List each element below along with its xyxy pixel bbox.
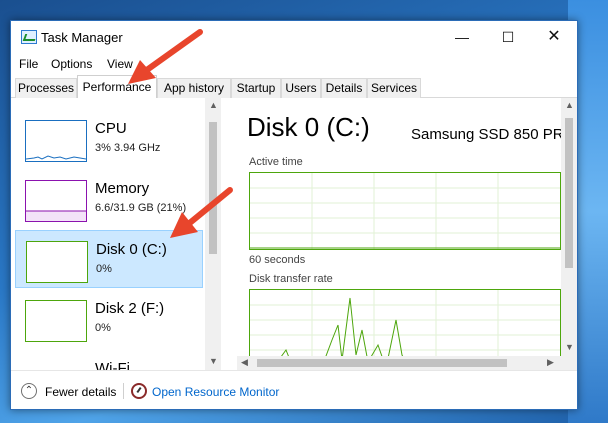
active-time-graph: [249, 172, 561, 250]
footer-bar: ⌃ Fewer details Open Resource Monitor: [11, 370, 577, 409]
detail-vertical-scrollbar[interactable]: ▲ ▼: [561, 98, 577, 370]
title-bar[interactable]: Task Manager — ☐ ✕: [11, 21, 577, 53]
scroll-down-icon[interactable]: ▼: [565, 342, 574, 352]
scroll-down-icon[interactable]: ▼: [209, 356, 218, 366]
disk-detail-pane: Disk 0 (C:) Samsung SSD 850 PR Active ti…: [237, 98, 577, 370]
arrow-pointing-disk-item-icon: [170, 187, 233, 238]
horizontal-scrollbar-thumb[interactable]: [257, 359, 507, 367]
task-manager-window: Task Manager — ☐ ✕ File Options View Pro…: [10, 20, 578, 410]
tab-services[interactable]: Services: [367, 78, 421, 98]
sidebar-item-wifi[interactable]: Wi-Fi: [15, 350, 203, 370]
maximize-button[interactable]: ☐: [485, 21, 531, 53]
disk-model: Samsung SSD 850 PR: [411, 126, 564, 143]
sidebar-item-name: Disk 2 (F:): [95, 300, 165, 317]
window-title: Task Manager: [41, 30, 123, 45]
memory-thumbnail-graph: [25, 180, 87, 222]
tab-processes[interactable]: Processes: [15, 78, 77, 98]
disk-0-thumbnail-graph: [26, 241, 88, 283]
disk-transfer-rate-label: Disk transfer rate: [249, 273, 333, 285]
scroll-right-icon[interactable]: ▶: [547, 357, 554, 368]
menu-bar: File Options View: [11, 53, 577, 75]
time-span-label: 60 seconds: [249, 254, 306, 266]
footer-divider: [123, 383, 124, 399]
menu-file[interactable]: File: [19, 57, 38, 71]
performance-content: CPU 3% 3.94 GHz Memory 6.6/31.9 GB (21%)…: [11, 98, 577, 370]
sidebar-item-detail: 0%: [96, 263, 112, 275]
tab-users[interactable]: Users: [281, 78, 321, 98]
arrow-pointing-performance-tab-icon: [128, 29, 203, 84]
scroll-left-icon[interactable]: ◀: [241, 357, 248, 368]
cpu-thumbnail-graph: [25, 120, 87, 162]
fewer-details-link[interactable]: Fewer details: [45, 385, 116, 399]
tab-details[interactable]: Details: [321, 78, 367, 98]
open-resource-monitor-link[interactable]: Open Resource Monitor: [152, 385, 279, 399]
disk-2-thumbnail-graph: [25, 300, 87, 342]
sidebar-item-cpu[interactable]: CPU 3% 3.94 GHz: [15, 110, 203, 168]
sidebar-item-name: Wi-Fi: [95, 360, 130, 370]
chevron-up-icon[interactable]: ⌃: [21, 383, 37, 399]
resource-monitor-icon[interactable]: [131, 383, 147, 399]
sidebar-item-name: Memory: [95, 180, 150, 197]
active-time-label: Active time: [249, 156, 303, 168]
tab-startup[interactable]: Startup: [231, 78, 281, 98]
scrollbar-thumb[interactable]: [565, 118, 573, 268]
scroll-up-icon[interactable]: ▲: [209, 100, 218, 110]
sidebar-item-name: CPU: [95, 120, 127, 137]
tab-strip: Processes Performance App history Startu…: [11, 75, 577, 99]
sidebar-item-name: Disk 0 (C:): [96, 241, 167, 258]
sidebar-item-detail: 3% 3.94 GHz: [95, 142, 161, 154]
minimize-button[interactable]: —: [439, 21, 485, 53]
task-manager-icon: [21, 30, 37, 44]
detail-horizontal-scrollbar[interactable]: ◀ ▶: [237, 356, 561, 370]
close-button[interactable]: ✕: [531, 21, 577, 53]
sidebar-item-disk-2[interactable]: Disk 2 (F:) 0%: [15, 290, 203, 348]
menu-options[interactable]: Options: [51, 57, 92, 71]
sidebar-item-detail: 0%: [95, 322, 111, 334]
scroll-up-icon[interactable]: ▲: [565, 100, 574, 110]
disk-title: Disk 0 (C:): [247, 112, 370, 142]
